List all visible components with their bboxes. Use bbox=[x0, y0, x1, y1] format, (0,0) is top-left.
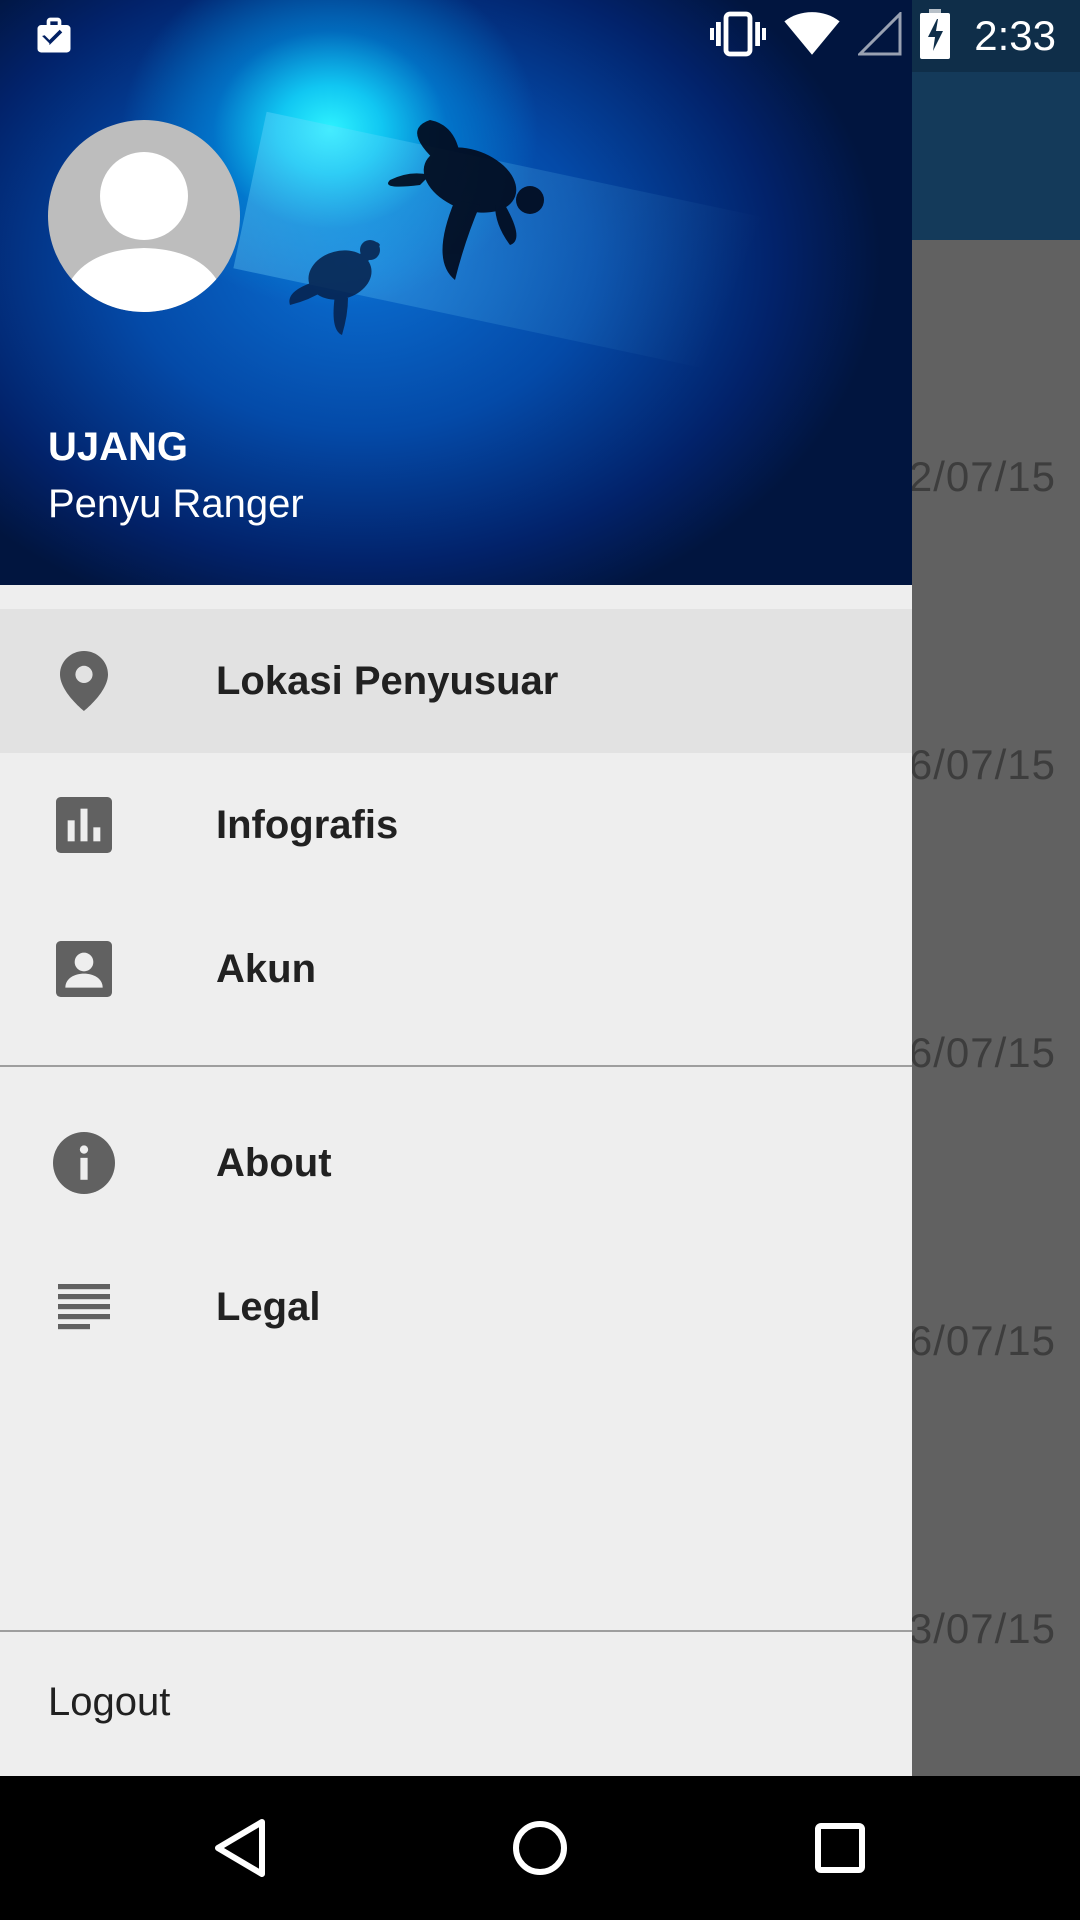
menu-item-akun[interactable]: Akun bbox=[0, 897, 912, 1041]
menu-item-lokasi-penyusuar[interactable]: Lokasi Penyusuar bbox=[0, 609, 912, 753]
menu-item-infografis[interactable]: Infografis bbox=[0, 753, 912, 897]
back-icon[interactable] bbox=[212, 1818, 268, 1883]
menu-item-label: Akun bbox=[216, 946, 316, 991]
navigation-bar bbox=[0, 1776, 1080, 1920]
background-date: 3/07/15 bbox=[908, 1605, 1056, 1652]
logout-button[interactable]: Logout bbox=[48, 1680, 170, 1725]
text-lines-icon bbox=[50, 1273, 118, 1341]
avatar[interactable] bbox=[48, 120, 240, 312]
menu-item-label: About bbox=[216, 1140, 332, 1185]
drawer-menu: Lokasi Penyusuar Infografis Akun About L… bbox=[0, 609, 912, 1379]
wifi-icon bbox=[784, 11, 840, 62]
background-date: 6/07/15 bbox=[908, 741, 1056, 788]
logout-divider bbox=[0, 1630, 912, 1632]
menu-item-about[interactable]: About bbox=[0, 1091, 912, 1235]
background-date: 2/07/15 bbox=[908, 453, 1056, 500]
status-bar: 2:33 bbox=[0, 0, 1080, 72]
user-name: UJANG bbox=[48, 425, 189, 469]
cell-signal-icon bbox=[856, 9, 902, 61]
status-time: 2:33 bbox=[974, 12, 1056, 59]
recents-icon[interactable] bbox=[814, 1818, 866, 1883]
navigation-drawer: UJANG Penyu Ranger Lokasi Penyusuar Info… bbox=[0, 0, 912, 1776]
account-box-icon bbox=[50, 935, 118, 1003]
menu-divider bbox=[0, 1065, 912, 1067]
menu-item-label: Legal bbox=[216, 1284, 321, 1329]
home-icon[interactable] bbox=[512, 1818, 568, 1883]
vibrate-icon bbox=[710, 10, 767, 63]
task-check-icon bbox=[32, 14, 76, 63]
person-icon bbox=[60, 152, 228, 312]
battery-charging-icon bbox=[920, 8, 951, 64]
menu-item-label: Infografis bbox=[216, 802, 399, 847]
background-date: 6/07/15 bbox=[908, 1317, 1056, 1364]
drawer-header: UJANG Penyu Ranger bbox=[0, 0, 912, 585]
location-pin-icon bbox=[50, 647, 118, 715]
info-icon bbox=[50, 1129, 118, 1197]
background-date: 6/07/15 bbox=[908, 1029, 1056, 1076]
user-role: Penyu Ranger bbox=[48, 482, 304, 526]
bar-chart-icon bbox=[50, 791, 118, 859]
menu-item-label: Lokasi Penyusuar bbox=[216, 658, 559, 703]
turtles-image bbox=[289, 120, 544, 335]
menu-item-legal[interactable]: Legal bbox=[0, 1235, 912, 1379]
